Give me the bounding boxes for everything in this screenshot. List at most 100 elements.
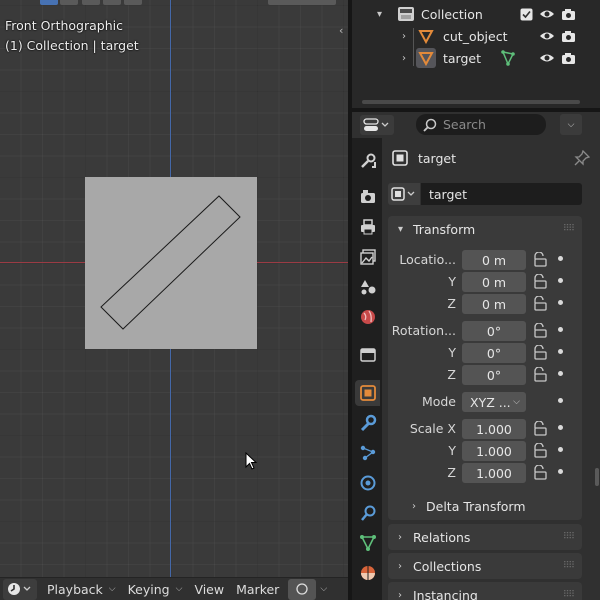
outliner-item-label: target [443, 50, 482, 66]
scale-x-field[interactable]: 1.000 [462, 419, 526, 439]
keyframe-dot-icon[interactable] [558, 327, 563, 332]
tab-scene[interactable] [355, 274, 380, 300]
tab-render[interactable] [355, 184, 380, 210]
tab-material[interactable] [355, 560, 380, 586]
keyframe-dot-icon[interactable] [558, 349, 563, 354]
tab-object[interactable] [355, 380, 380, 406]
object-name-field[interactable]: target [421, 183, 582, 205]
properties-scrollbar[interactable] [595, 468, 599, 486]
search-input[interactable] [443, 117, 539, 132]
instancing-panel-header[interactable]: › Instancing ⠿⠿ [388, 582, 582, 600]
tab-world[interactable] [355, 304, 380, 330]
tab-collection[interactable] [355, 342, 380, 368]
properties-search[interactable] [416, 114, 546, 135]
expand-arrow-icon[interactable]: › [402, 31, 406, 42]
instancing-panel[interactable]: › Instancing ⠿⠿ [388, 582, 582, 600]
lock-icon[interactable] [532, 274, 548, 290]
relations-panel[interactable]: › Relations ⠿⠿ [388, 524, 582, 550]
checkbox-icon[interactable] [520, 8, 533, 21]
scale-y-field[interactable]: 1.000 [462, 441, 526, 461]
collapse-arrow-icon[interactable]: ▾ [377, 9, 382, 20]
cut-object-outline[interactable] [0, 0, 348, 577]
pin-icon[interactable] [574, 150, 590, 166]
location-z-field[interactable]: 0 m [462, 294, 526, 314]
location-x-field[interactable]: 0 m [462, 250, 526, 270]
properties-tabs [352, 138, 382, 600]
lock-icon[interactable] [532, 443, 548, 459]
camera-icon[interactable] [561, 8, 576, 21]
collection-label: Collection [421, 6, 483, 22]
drag-grip-icon[interactable]: ⠿⠿ [563, 224, 575, 234]
collapse-arrow-icon: ▾ [398, 223, 404, 235]
view-menu[interactable]: View [188, 579, 230, 600]
editor-type-button[interactable] [360, 115, 394, 135]
collections-panel[interactable]: › Collections ⠿⠿ [388, 553, 582, 579]
eye-icon[interactable] [539, 8, 555, 20]
sidebar-toggle-icon[interactable]: ‹ [339, 24, 343, 37]
keying-menu[interactable]: Keying ⌵ [122, 579, 189, 600]
tab-tool[interactable] [355, 148, 380, 174]
3d-viewport[interactable]: Front Orthographic (1) Collection | targ… [0, 0, 348, 577]
keyframe-dot-icon[interactable] [558, 278, 563, 283]
editor-type-button[interactable] [3, 578, 37, 600]
outliner-horizontal-scrollbar[interactable] [362, 100, 580, 104]
panel-title: Delta Transform [426, 498, 526, 514]
tab-data[interactable] [355, 530, 380, 556]
tab-view-layer[interactable] [355, 244, 380, 270]
camera-icon[interactable] [561, 52, 576, 65]
scale-z-field[interactable]: 1.000 [462, 463, 526, 483]
eye-icon[interactable] [539, 30, 555, 42]
keyframe-dot-icon[interactable] [558, 371, 563, 376]
collections-panel-header[interactable]: › Collections ⠿⠿ [388, 553, 582, 579]
rotation-x-field[interactable]: 0° [462, 321, 526, 341]
playback-menu[interactable]: Playback ⌵ [41, 579, 122, 600]
lock-icon[interactable] [532, 252, 548, 268]
mesh-data-icon[interactable] [501, 50, 515, 66]
rotation-z-field[interactable]: 0° [462, 365, 526, 385]
outliner-row-target[interactable]: › target [352, 47, 600, 69]
camera-icon[interactable] [561, 30, 576, 43]
outliner-row-cut-object[interactable]: › cut_object [352, 25, 600, 47]
relations-panel-header[interactable]: › Relations ⠿⠿ [388, 524, 582, 550]
search-icon [423, 118, 437, 132]
keyframe-dot-icon[interactable] [558, 300, 563, 305]
options-dropdown[interactable]: ⌵ [560, 114, 582, 135]
outliner-row-collection[interactable]: ▾ Collection [352, 3, 600, 25]
drag-grip-icon[interactable]: ⠿⠿ [563, 561, 575, 571]
datablock-browse-button[interactable] [388, 183, 420, 205]
lock-icon[interactable] [532, 465, 548, 481]
lock-icon[interactable] [532, 345, 548, 361]
location-label: Locatio... [399, 252, 456, 267]
keyframe-dot-icon[interactable] [558, 469, 563, 474]
transform-panel: ▾ Transform ⠿⠿ Locatio... 0 m Y 0 m Z 0 … [388, 216, 582, 520]
keyframe-dot-icon[interactable] [558, 425, 563, 430]
record-button[interactable] [288, 578, 317, 600]
lock-icon[interactable] [532, 296, 548, 312]
delta-transform-header[interactable]: › Delta Transform [388, 495, 582, 517]
transform-panel-header[interactable]: ▾ Transform ⠿⠿ [388, 216, 582, 242]
drag-grip-icon[interactable]: ⠿⠿ [563, 590, 575, 600]
record-options-chevron[interactable]: ⌵ [316, 579, 331, 600]
eye-icon[interactable] [539, 52, 555, 64]
lock-icon[interactable] [532, 421, 548, 437]
keyframe-dot-icon[interactable] [558, 447, 563, 452]
location-x-row: Locatio... 0 m [388, 250, 582, 270]
wrench-icon [360, 414, 376, 432]
tab-modifiers[interactable] [355, 410, 380, 436]
tab-particles[interactable] [355, 440, 380, 466]
tab-physics[interactable] [355, 470, 380, 496]
location-y-field[interactable]: 0 m [462, 272, 526, 292]
lock-icon[interactable] [532, 367, 548, 383]
expand-arrow-icon[interactable]: › [402, 53, 406, 64]
keyframe-dot-icon[interactable] [558, 256, 563, 261]
keyframe-dot-icon[interactable] [558, 398, 563, 403]
rotation-y-field[interactable]: 0° [462, 343, 526, 363]
tab-output[interactable] [355, 214, 380, 240]
tab-constraints[interactable] [355, 500, 380, 526]
lock-icon[interactable] [532, 323, 548, 339]
drag-grip-icon[interactable]: ⠿⠿ [563, 532, 575, 542]
rotation-mode-dropdown[interactable]: XYZ ... ⌵ [462, 392, 526, 412]
marker-menu[interactable]: Marker [230, 579, 285, 600]
material-sphere-icon [360, 566, 375, 580]
constraint-icon [360, 505, 375, 521]
